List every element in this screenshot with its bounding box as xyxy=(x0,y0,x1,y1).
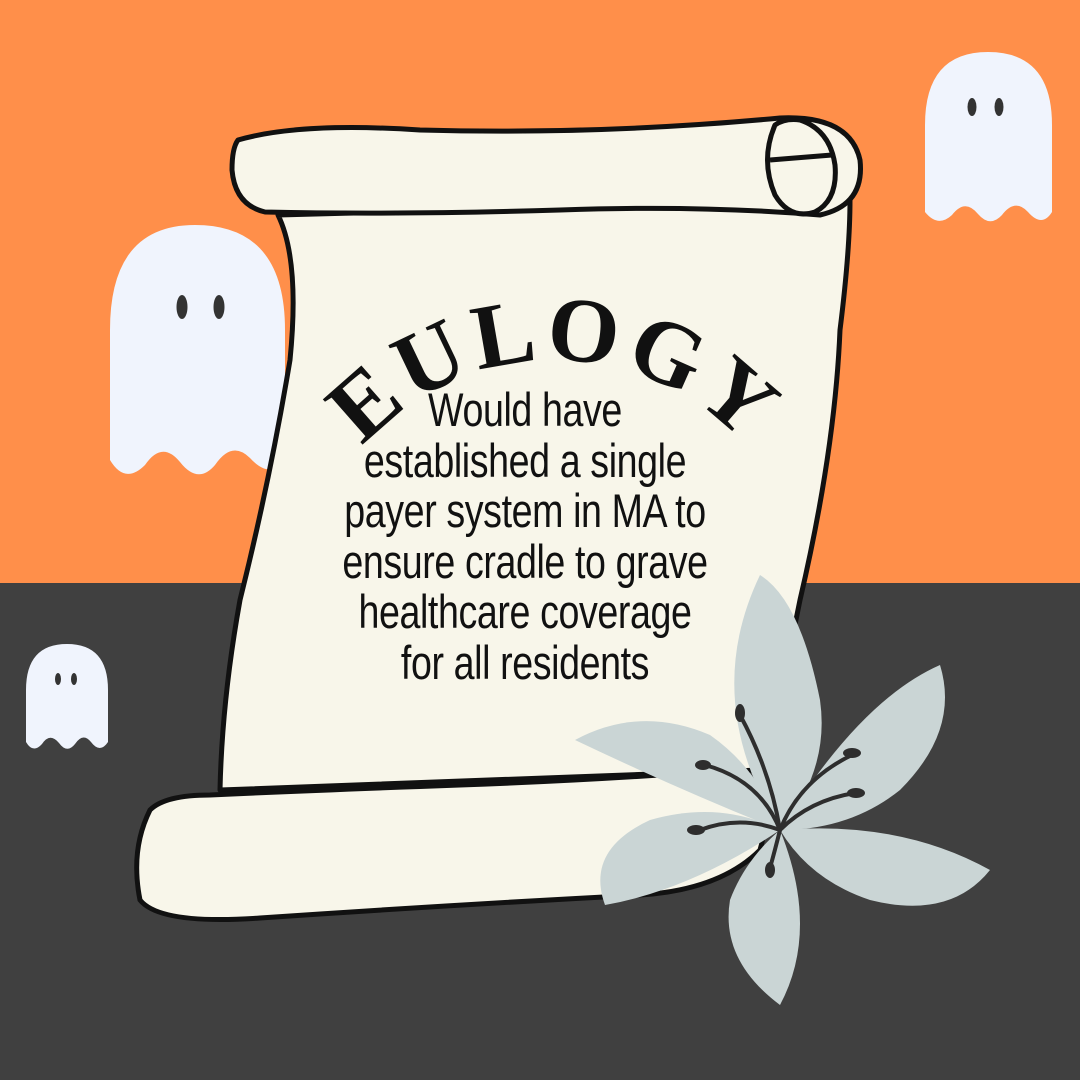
ghost-large-left-icon xyxy=(110,225,285,475)
body-line: ensure cradle to grave xyxy=(342,534,708,588)
body-line: for all residents xyxy=(400,635,650,689)
body-line: healthcare coverage xyxy=(358,585,692,638)
body-line: established a single xyxy=(363,433,687,487)
ghost-small-left-icon xyxy=(26,644,108,749)
eulogy-body-text: Would have established a single payer sy… xyxy=(325,383,725,689)
body-line: Would have xyxy=(428,383,622,436)
ghost-top-right-icon xyxy=(925,52,1052,222)
body-line: payer system in MA to xyxy=(344,484,706,537)
